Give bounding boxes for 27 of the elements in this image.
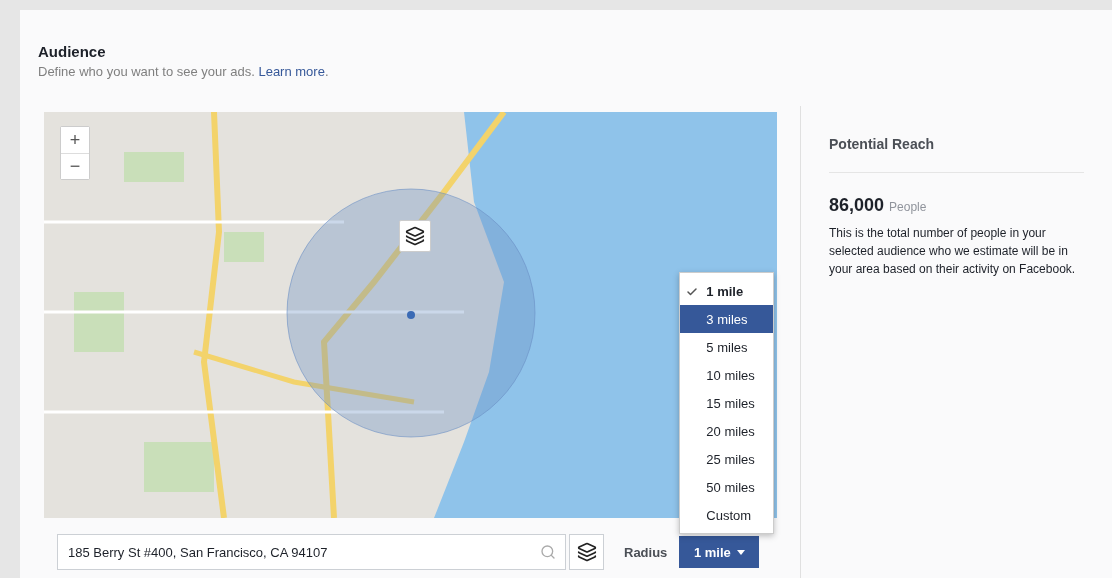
- radius-option[interactable]: 5 miles: [680, 333, 774, 361]
- radius-option[interactable]: 25 miles: [680, 445, 774, 473]
- reach-count: 86,000: [829, 195, 885, 216]
- radius-option[interactable]: 50 miles: [680, 473, 774, 501]
- search-icon: [540, 544, 556, 560]
- check-icon: [686, 286, 699, 298]
- learn-more-link[interactable]: Learn more: [258, 64, 325, 79]
- radius-option[interactable]: 1 mile: [680, 277, 774, 305]
- zoom-out-button[interactable]: −: [61, 153, 89, 179]
- caret-icon: [736, 549, 745, 555]
- panel-title: Potential Reach: [829, 136, 1084, 173]
- layers-button[interactable]: [569, 534, 604, 570]
- radius-dropdown[interactable]: 1 mile: [679, 536, 760, 568]
- section-title: Audience: [38, 43, 107, 60]
- radius-option[interactable]: 20 miles: [680, 417, 774, 445]
- section-description: Define who you want to see your ads. Learn more.: [38, 64, 330, 79]
- layers-icon: [576, 542, 597, 562]
- location-field[interactable]: 185 Berry St #400, San Francisco, CA 94107: [57, 534, 566, 570]
- reach-unit: People: [889, 200, 927, 214]
- layers-icon: [405, 226, 425, 246]
- radius-label: Radius: [624, 544, 668, 560]
- reach-description: This is the total number of people in your selected audience who we estimate will be in your area based on their activity on Facebook.: [829, 225, 1077, 278]
- radius-option[interactable]: Custom: [680, 501, 774, 529]
- map-layers-button[interactable]: [399, 220, 431, 252]
- radius-option[interactable]: 10 miles: [680, 361, 774, 389]
- radius-option[interactable]: 15 miles: [680, 389, 774, 417]
- radius-option[interactable]: 3 miles: [680, 305, 774, 333]
